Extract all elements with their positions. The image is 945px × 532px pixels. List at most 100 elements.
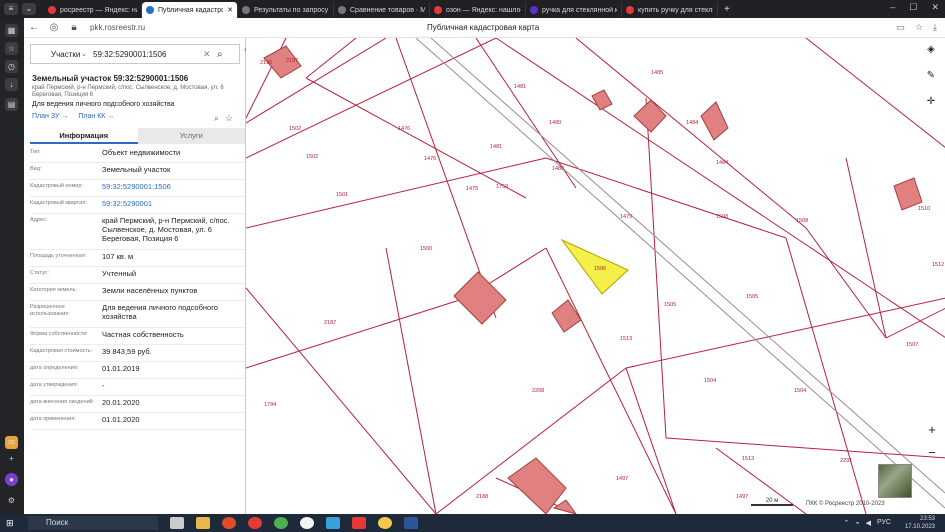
downloads-icon[interactable]: ↓ xyxy=(5,78,18,91)
search-icon[interactable]: ⌕ xyxy=(217,49,233,60)
explorer-icon[interactable] xyxy=(196,517,210,529)
taskbar-search[interactable]: Поиск xyxy=(28,516,158,530)
parcel-number-label: 1512 xyxy=(932,262,944,268)
site-settings-icon[interactable]: ◎ xyxy=(44,22,64,33)
browser-tab[interactable]: купить ручку для стеклян xyxy=(622,2,718,18)
search-category-select[interactable]: Участки xyxy=(31,50,81,59)
minimize-icon[interactable]: – xyxy=(890,2,895,13)
basemap-toggle[interactable] xyxy=(878,464,912,498)
property-label: Адрес: xyxy=(30,217,48,223)
plan-kk-link[interactable]: План КК → xyxy=(78,113,114,120)
yandex-browser-icon[interactable] xyxy=(300,517,314,529)
parcel-number-label: 1513 xyxy=(742,456,754,462)
parcel-boundary xyxy=(625,367,677,514)
zoom-out-icon[interactable]: − xyxy=(928,445,936,460)
url-field[interactable]: pkk.rosreestr.ru xyxy=(90,23,145,32)
apps-icon[interactable]: ▦ xyxy=(5,24,18,37)
parcel-number-label: 1484 xyxy=(686,120,698,126)
property-link[interactable]: 59:32:5290001 xyxy=(102,199,245,210)
language-indicator[interactable]: РУС xyxy=(877,519,891,527)
zoom-in-icon[interactable]: + xyxy=(928,422,936,437)
property-label: дата применения: xyxy=(30,416,76,422)
parcel-boundary xyxy=(545,247,677,514)
chevron-down-icon[interactable]: ⌄ xyxy=(81,50,93,58)
parcel-number-label: 2188 xyxy=(476,494,488,500)
zoom-controls: + − xyxy=(923,422,941,460)
parcel-number-label: 1476 xyxy=(398,126,410,132)
add-panel-icon[interactable]: + xyxy=(5,452,18,465)
task-view-icon[interactable] xyxy=(170,517,184,529)
notes-icon[interactable]: ▤ xyxy=(5,98,18,111)
new-tab-button[interactable]: + xyxy=(724,4,730,15)
parcel-number-label: 1485 xyxy=(651,70,663,76)
favorite-icon[interactable]: ☆ xyxy=(225,113,233,124)
road-edge xyxy=(415,38,945,509)
tray-chevron-icon[interactable]: ⌃ xyxy=(843,519,849,527)
search-area-icon[interactable]: ⌕ xyxy=(214,113,219,124)
back-icon[interactable]: ← xyxy=(24,22,44,33)
downloads-toolbar-icon[interactable]: ⤓ xyxy=(933,22,937,33)
map-canvas[interactable]: 2196 2197 1485 1481 1480 1484 1502 1476 1481 1502… xyxy=(246,38,945,514)
parcel-number-label: 1507 xyxy=(906,342,918,348)
tab-services[interactable]: Услуги xyxy=(137,128,245,144)
windows-start-icon[interactable]: ⊞ xyxy=(6,518,22,529)
property-value: край Пермский, р-н Пермский, с/пос. Сылв… xyxy=(102,216,230,243)
tab-label: купить ручку для стеклян xyxy=(638,6,713,14)
firefox-icon[interactable] xyxy=(248,517,262,529)
alice-icon[interactable]: ● xyxy=(5,473,18,486)
property-label: дата утверждения: xyxy=(30,382,79,388)
music-icon[interactable] xyxy=(378,517,392,529)
layers-icon[interactable]: ◈ xyxy=(923,42,939,58)
network-icon[interactable]: ⌁ xyxy=(855,519,859,527)
parcel-number-label: 2231 xyxy=(840,458,852,464)
bookmark-page-icon[interactable]: ☆ xyxy=(915,22,923,33)
property-value: 20.01.2020 xyxy=(102,398,140,407)
clock[interactable]: 23:53 17.10.2023 xyxy=(905,515,935,531)
cadastral-map[interactable]: 2196 2197 1485 1481 1480 1484 1502 1476 1481 1502… xyxy=(246,38,945,514)
browser-tab[interactable]: Публичная кадастровая ✕ xyxy=(142,2,238,18)
volume-icon[interactable]: ◀ xyxy=(866,519,871,527)
tab-label: Результаты по запросу «р xyxy=(254,6,329,14)
property-label: дата определения: xyxy=(30,365,79,371)
close-tab-icon[interactable]: ✕ xyxy=(227,6,233,14)
maximize-icon[interactable]: ☐ xyxy=(909,2,917,13)
parcel-number-label: 2208 xyxy=(532,388,544,394)
close-window-icon[interactable]: ✕ xyxy=(931,2,939,13)
bookmark-icon[interactable]: ☆ xyxy=(5,42,18,55)
property-row: Кадастровый квартал: 59:32:5290001 xyxy=(30,197,245,214)
parcel-number-label: 1508 xyxy=(796,218,808,224)
search-input[interactable] xyxy=(93,49,203,59)
browser-menu-icon[interactable]: ≡ xyxy=(4,3,18,15)
taskbar: ⊞ Поиск ⌃ ⌁ ◀ РУС 23:53 17.10.2023 xyxy=(0,514,945,532)
plan-links: План ЗУ → План КК → xyxy=(32,113,114,120)
browser-tab[interactable]: ручка для стеклянной кр xyxy=(526,2,622,18)
tab-label: росреестр — Яндекс: нашл xyxy=(60,6,137,14)
opera-icon[interactable] xyxy=(222,517,236,529)
lock-icon[interactable]: 🔒︎ xyxy=(64,22,84,33)
property-row: Площадь уточненная: 107 кв. м xyxy=(30,250,245,267)
tab-info[interactable]: Информация xyxy=(30,128,138,144)
tab-favicon-icon xyxy=(626,6,634,14)
parcel-actions: ⌕ ☆ xyxy=(214,113,233,124)
browser-tab[interactable]: Результаты по запросу «р xyxy=(238,2,334,18)
browser-tab[interactable]: Сравнение товаров · Мар xyxy=(334,2,430,18)
mail-icon[interactable]: ✉ xyxy=(5,436,18,449)
browser-tab[interactable]: озон — Яндекс: нашлось xyxy=(430,2,526,18)
word-icon[interactable] xyxy=(404,517,418,529)
locate-icon[interactable]: ✛ xyxy=(923,94,939,110)
yandex-icon[interactable] xyxy=(352,517,366,529)
mail-app-icon[interactable] xyxy=(326,517,340,529)
scale-bar: 20 м xyxy=(751,498,793,506)
chrome-icon[interactable] xyxy=(274,517,288,529)
tab-list-icon[interactable]: ⌄ xyxy=(22,3,36,15)
property-label: Тип: xyxy=(30,149,41,155)
browser-tab[interactable]: росреестр — Яндекс: нашл xyxy=(44,2,142,18)
plan-zu-link[interactable]: План ЗУ → xyxy=(32,113,68,120)
clear-icon[interactable]: ✕ xyxy=(203,49,217,60)
history-icon[interactable]: ◷ xyxy=(5,60,18,73)
property-link[interactable]: 59:32:5290001:1506 xyxy=(102,182,245,193)
reader-mode-icon[interactable]: ▭ xyxy=(896,22,905,33)
settings-icon[interactable]: ⚙ xyxy=(5,494,18,507)
property-row: Тип: Объект недвижимости xyxy=(30,146,245,163)
ruler-icon[interactable]: ✎ xyxy=(923,68,939,84)
